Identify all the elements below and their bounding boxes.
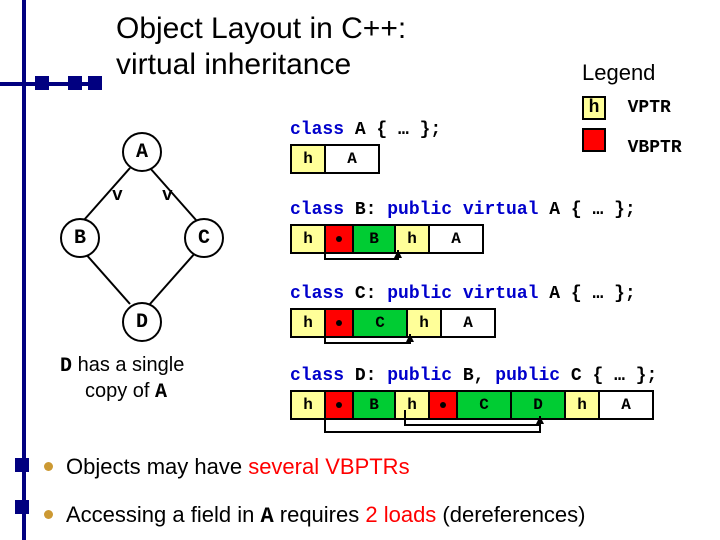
legend-title: Legend: [582, 60, 655, 86]
arrow-B: [290, 224, 470, 264]
legend-vbptr-label: VBPTR: [628, 138, 682, 158]
decl-B: class B: public virtual A { … };: [290, 200, 636, 220]
bullet-dot-icon: [44, 510, 53, 519]
legend-vptr-label: VPTR: [628, 98, 671, 118]
arrow-C: [290, 308, 490, 348]
deco-square-3: [88, 76, 102, 90]
decl-C: class C: public virtual A { … };: [290, 284, 636, 304]
cell-A-A: A: [326, 146, 378, 172]
deco-square-2: [68, 76, 82, 90]
vptr-swatch: h: [582, 96, 606, 120]
bullet-2: Accessing a field in A requires 2 loads …: [66, 502, 586, 529]
caption-line2: copy of A: [85, 380, 167, 404]
vbptr-swatch: [582, 128, 606, 152]
node-D: D: [122, 302, 162, 342]
decl-A: class A { … };: [290, 120, 441, 140]
node-C: C: [184, 218, 224, 258]
deco-square-5: [15, 500, 29, 514]
page-title-line1: Object Layout in C++:: [116, 12, 406, 46]
deco-bar-top: [0, 82, 98, 86]
page-title-line2: virtual inheritance: [116, 48, 351, 82]
arrow-D: [290, 390, 610, 440]
legend-vbptr: VBPTR: [582, 128, 682, 158]
node-A: A: [122, 132, 162, 172]
node-B: B: [60, 218, 100, 258]
cell-A-h: h: [292, 146, 326, 172]
layout-A: h A: [290, 144, 380, 174]
bullet-1: Objects may have several VBPTRs: [66, 454, 410, 480]
v-label-right: v: [162, 186, 173, 206]
caption-line1: D has a single: [60, 354, 184, 378]
legend-vptr: h VPTR: [582, 96, 671, 120]
deco-square-4: [15, 458, 29, 472]
v-label-left: v: [112, 186, 123, 206]
deco-square-1: [35, 76, 49, 90]
bullet-dot-icon: [44, 462, 53, 471]
decl-D: class D: public B, public C { … };: [290, 366, 657, 386]
